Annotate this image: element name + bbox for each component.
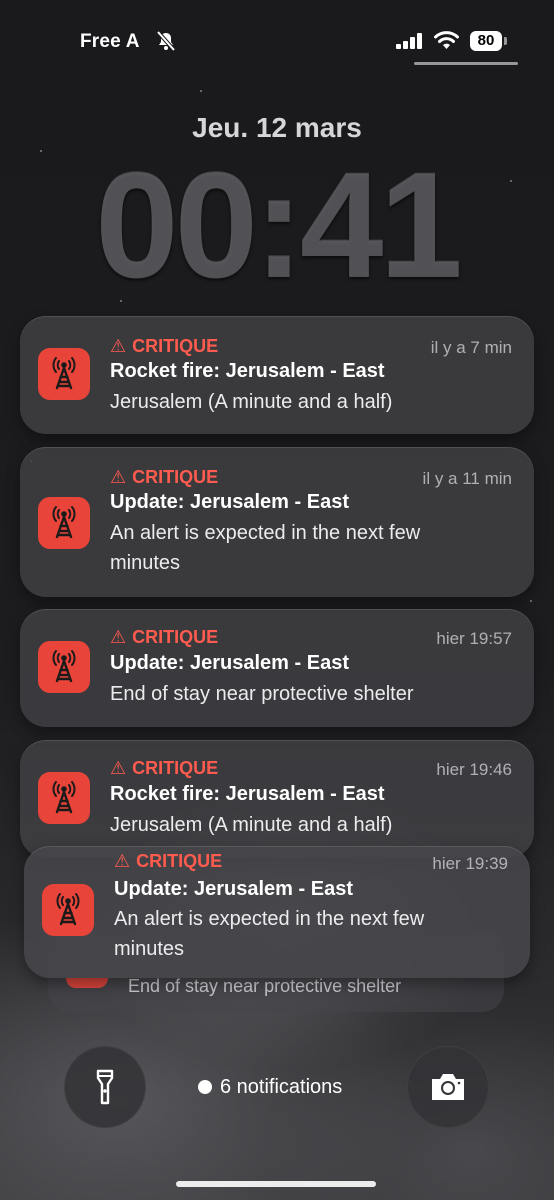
notification-time: hier 19:39	[432, 854, 508, 873]
app-icon-peek	[66, 978, 108, 988]
radio-tower-icon	[52, 356, 76, 390]
notification-body: End of stay near protective shelter	[110, 683, 414, 705]
app-icon	[38, 772, 90, 824]
tag-label: CRITIQUE	[136, 851, 223, 871]
notification-count[interactable]: 6 notifications	[198, 1076, 342, 1099]
notification-time: hier 19:46	[436, 760, 512, 779]
tag-label: CRITIQUE	[132, 467, 219, 487]
bell-slash-icon	[156, 30, 176, 52]
notification-body: Jerusalem (A minute and a half)	[110, 391, 393, 413]
notification-card[interactable]: ⚠ CRITIQUE hier 19:46 Rocket fire: Jerusa…	[20, 740, 534, 858]
radio-tower-icon	[52, 780, 76, 814]
wifi-icon	[434, 31, 459, 49]
notification-body: An alert is expected in the next few min…	[114, 908, 425, 960]
camera-icon	[432, 1074, 464, 1100]
carrier-label: Free A	[80, 31, 140, 52]
notification-title: Update: Jerusalem - East	[110, 652, 349, 674]
warning-icon: ⚠	[110, 758, 127, 778]
status-indicator-line	[414, 62, 518, 65]
battery-icon: 80	[470, 31, 502, 51]
warning-icon: ⚠	[110, 336, 127, 356]
notification-time: il y a 7 min	[430, 338, 512, 357]
battery-tip	[504, 37, 507, 45]
lock-date: Jeu. 12 mars	[192, 112, 362, 143]
radio-tower-icon	[56, 892, 80, 926]
warning-icon: ⚠	[114, 851, 131, 871]
flashlight-icon	[96, 1069, 114, 1105]
notification-body: Jerusalem (A minute and a half)	[110, 814, 393, 836]
notification-body: End of stay near protective shelter	[128, 976, 402, 996]
app-icon	[38, 641, 90, 693]
app-icon	[38, 497, 90, 549]
radio-tower-icon	[52, 649, 76, 683]
warning-icon: ⚠	[110, 467, 127, 487]
notification-tag: ⚠ CRITIQUE	[110, 467, 218, 488]
notification-title: Update: Jerusalem - East	[110, 491, 349, 513]
dot-icon	[198, 1080, 212, 1094]
notification-tag: ⚠ CRITIQUE	[110, 627, 218, 648]
app-icon	[42, 884, 94, 936]
notification-time: hier 19:57	[436, 629, 512, 648]
notification-title: Rocket fire: Jerusalem - East	[110, 783, 385, 805]
notification-body: An alert is expected in the next few min…	[110, 522, 421, 574]
notification-card[interactable]: ⚠ CRITIQUE il y a 7 min Rocket fire: Jeru…	[20, 316, 534, 434]
notification-tag: ⚠ CRITIQUE	[110, 758, 218, 779]
tag-label: CRITIQUE	[132, 758, 219, 778]
flashlight-button[interactable]	[64, 1046, 146, 1128]
home-indicator[interactable]	[176, 1181, 376, 1187]
notification-tag: ⚠ CRITIQUE	[114, 851, 222, 872]
notification-title: Rocket fire: Jerusalem - East	[110, 360, 385, 382]
notification-tag: ⚠ CRITIQUE	[110, 336, 218, 357]
notification-card[interactable]: ⚠ CRITIQUE hier 19:39 Update: Jerusalem -…	[24, 846, 530, 978]
notification-time: il y a 11 min	[422, 469, 512, 488]
notification-title: Update: Jerusalem - East	[114, 878, 353, 900]
lock-clock: 00:41	[95, 141, 463, 309]
tag-label: CRITIQUE	[132, 336, 219, 356]
notification-card[interactable]: ⚠ CRITIQUE il y a 11 min Update: Jerusale…	[20, 447, 534, 597]
warning-icon: ⚠	[110, 627, 127, 647]
notification-card[interactable]: ⚠ CRITIQUE hier 19:57 Update: Jerusalem -…	[20, 609, 534, 727]
tag-label: CRITIQUE	[132, 627, 219, 647]
camera-button[interactable]	[407, 1046, 489, 1128]
signal-icon	[396, 33, 422, 49]
app-icon	[38, 348, 90, 400]
radio-tower-icon	[52, 505, 76, 539]
notification-count-label: 6 notifications	[220, 1076, 343, 1098]
